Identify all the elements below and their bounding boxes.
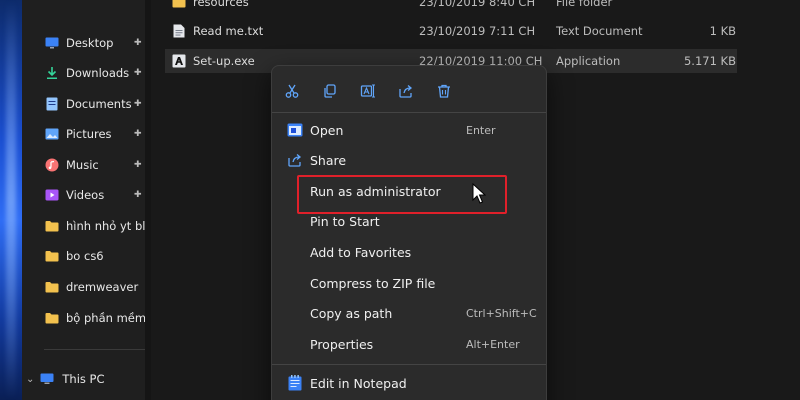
videos-icon [44,187,60,203]
pin-icon: ✚ [134,68,142,78]
chevron-down-icon[interactable]: ⌄ [26,374,34,385]
file-name: Read me.txt [193,24,264,38]
folder-icon [171,0,187,8]
context-menu: Open Enter Share Run as administrator Pi… [271,65,547,400]
cut-button[interactable] [277,76,307,106]
nav-item-folder[interactable]: hình nhỏ yt bl [44,215,159,237]
menu-item-add-to-favorites[interactable]: Add to Favorites [276,237,542,267]
rename-icon [360,84,375,98]
menu-item-open[interactable]: Open Enter [276,115,542,145]
nav-label: hình nhỏ yt bl [66,219,146,233]
trash-icon [438,84,450,98]
nav-label: This PC [62,372,105,386]
nav-label: Pictures [66,127,112,141]
nav-divider [44,349,146,350]
nav-item-videos[interactable]: Videos ✚ [44,184,159,206]
share-icon [286,151,304,169]
pin-icon: ✚ [134,38,142,48]
menu-item-label: Pin to Start [310,213,380,229]
menu-item-shortcut: Ctrl+Shift+C [466,306,537,320]
copy-icon [324,84,336,98]
nav-label: bo cs6 [66,249,104,263]
nav-item-folder[interactable]: dremweaver [44,276,159,298]
menu-item-label: Add to Favorites [310,244,412,260]
pin-icon: ✚ [134,129,142,139]
nav-item-documents[interactable]: Documents ✚ [44,93,159,115]
copy-button[interactable] [315,76,345,106]
menu-item-copy-as-path[interactable]: Copy as path Ctrl+Shift+C [276,298,542,328]
desktop-wallpaper [0,0,22,400]
folder-icon [44,248,60,264]
app-icon [171,54,187,68]
pin-icon: ✚ [134,160,142,170]
share-button[interactable] [391,76,421,106]
menu-item-edit-in-notepad[interactable]: Edit in Notepad [276,368,542,398]
nav-label: dremweaver [66,280,139,294]
nav-label: Videos [66,188,105,202]
context-menu-toolbar [272,76,546,106]
open-icon [286,121,304,139]
text-file-icon [171,24,187,38]
computer-icon [40,371,56,387]
menu-item-properties[interactable]: Properties Alt+Enter [276,329,542,359]
nav-item-desktop[interactable]: Desktop ✚ [44,32,159,54]
delete-button[interactable] [429,76,459,106]
menu-item-share[interactable]: Share [276,145,542,175]
download-icon [44,65,60,81]
file-type: Text Document [556,24,643,38]
nav-item-folder[interactable]: bộ phần mềm [44,307,159,329]
navigation-pane: Desktop ✚ Downloads ✚ Documents ✚ Pictur… [22,0,146,400]
folder-icon [44,279,60,295]
menu-item-label: Copy as path [310,305,393,321]
pin-icon: ✚ [134,190,142,200]
nav-label: Downloads [66,66,130,80]
menu-item-label: Edit in Notepad [310,375,407,391]
pin-icon: ✚ [134,99,142,109]
file-type: Application [556,54,621,68]
pictures-icon [44,126,60,142]
menu-item-label: Properties [310,336,374,352]
file-explorer-window: Desktop ✚ Downloads ✚ Documents ✚ Pictur… [0,0,800,400]
menu-item-shortcut: Enter [466,123,496,137]
menu-item-shortcut: Alt+Enter [466,337,520,351]
file-date: 23/10/2019 7:11 CH [419,24,536,38]
file-size: 5.171 KB [683,54,736,68]
menu-separator [272,112,546,113]
file-date: 23/10/2019 8:40 CH [419,0,536,9]
folder-icon [44,218,60,234]
desktop-icon [44,35,60,51]
nav-item-downloads[interactable]: Downloads ✚ [44,62,159,84]
menu-item-label: Compress to ZIP file [310,275,436,291]
nav-item-folder[interactable]: bo cs6 [44,245,159,267]
file-name: resources [193,0,249,9]
file-size: 1 KB [709,24,736,38]
nav-label: bộ phần mềm [66,311,147,325]
file-row[interactable]: resources 23/10/2019 8:40 CH File folder [165,0,737,14]
scissors-icon [285,84,299,98]
menu-item-label: Share [310,152,347,168]
music-icon [44,157,60,173]
nav-item-this-pc[interactable]: ⌄ This PC [26,368,105,390]
menu-item-compress-zip[interactable]: Compress to ZIP file [276,268,542,298]
file-row[interactable]: Read me.txt 23/10/2019 7:11 CH Text Docu… [165,19,737,43]
menu-separator [272,364,546,365]
folder-icon [44,310,60,326]
documents-icon [44,96,60,112]
notepad-icon [286,374,304,392]
share-icon [399,85,413,98]
nav-item-pictures[interactable]: Pictures ✚ [44,123,159,145]
nav-label: Desktop [66,36,114,50]
nav-item-music[interactable]: Music ✚ [44,154,159,176]
rename-button[interactable] [353,76,383,106]
mouse-cursor-icon [472,183,486,204]
file-type: File folder [556,0,613,9]
nav-label: Music [66,158,99,172]
menu-item-label: Open [310,122,344,138]
nav-label: Documents [66,97,132,111]
